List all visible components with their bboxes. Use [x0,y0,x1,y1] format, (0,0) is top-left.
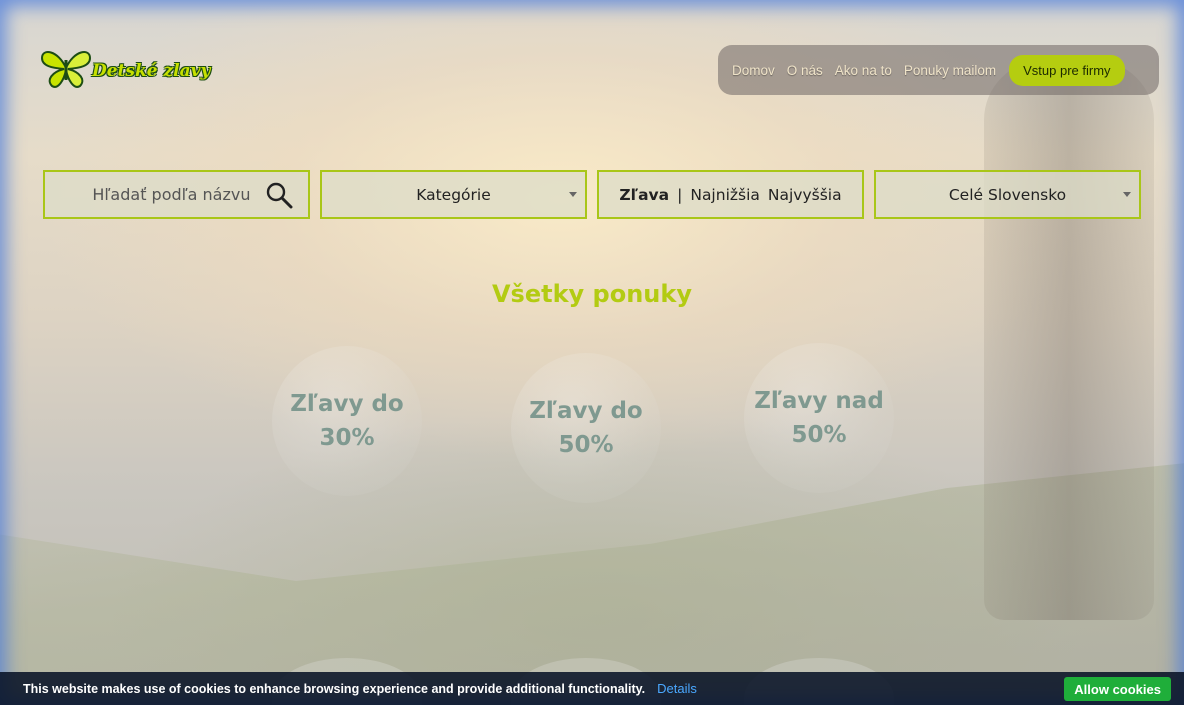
sort-option-highest[interactable]: Najvyššia [768,186,842,204]
bubble-line2: 50% [558,432,614,458]
nav-item-ponuky-mailom[interactable]: Ponuky mailom [904,63,996,78]
bubble-line2: 30% [319,425,375,451]
search-box [43,170,310,219]
bubble-line1: Zľavy do [290,390,404,417]
allow-cookies-button[interactable]: Allow cookies [1064,677,1171,701]
business-login-button[interactable]: Vstup pre firmy [1009,54,1125,86]
logo-text: Detské zlavy [92,61,211,81]
nav-item-o-nas[interactable]: O nás [787,63,823,78]
cookie-message: This website makes use of cookies to enh… [23,681,646,696]
page-title: Všetky ponuky [491,280,692,308]
butterfly-icon [40,51,92,88]
search-icon[interactable] [265,181,293,209]
discount-bubble-over-50[interactable]: Zľavy nad 50% [744,343,894,493]
category-select-label: Kategórie [416,185,491,204]
discount-bubble-50[interactable]: Zľavy do 50% [511,353,661,503]
sort-control: Zľava | Najnižšia Najvyššia [597,170,864,219]
search-input[interactable] [60,179,261,210]
chevron-down-icon [569,192,577,197]
main-nav: Domov O nás Ako na to Ponuky mailom Vstu… [718,45,1159,95]
cookie-bar: This website makes use of cookies to enh… [0,672,1184,705]
sort-option-lowest[interactable]: Najnižšia [690,186,760,204]
region-select-label: Celé Slovensko [948,185,1067,204]
nav-item-ako-na-to[interactable]: Ako na to [835,63,892,78]
bubble-line1: Zľavy nad [754,387,884,414]
sort-separator: | [677,185,683,204]
category-select[interactable]: Kategórie [320,170,587,219]
nav-item-domov[interactable]: Domov [732,63,775,78]
bubble-line1: Zľavy do [529,397,643,424]
site-logo[interactable]: Detské zlavy [38,46,210,90]
filter-bar: Kategórie Zľava | Najnižšia Najvyššia Ce… [43,170,1141,219]
background-tree [984,60,1154,620]
region-select[interactable]: Celé Slovensko [874,170,1141,219]
chevron-down-icon [1123,192,1131,197]
cookie-details-link[interactable]: Details [657,681,697,696]
bubble-line2: 50% [791,422,847,448]
sort-option-discount[interactable]: Zľava [619,186,669,204]
discount-bubble-30[interactable]: Zľavy do 30% [272,346,422,496]
